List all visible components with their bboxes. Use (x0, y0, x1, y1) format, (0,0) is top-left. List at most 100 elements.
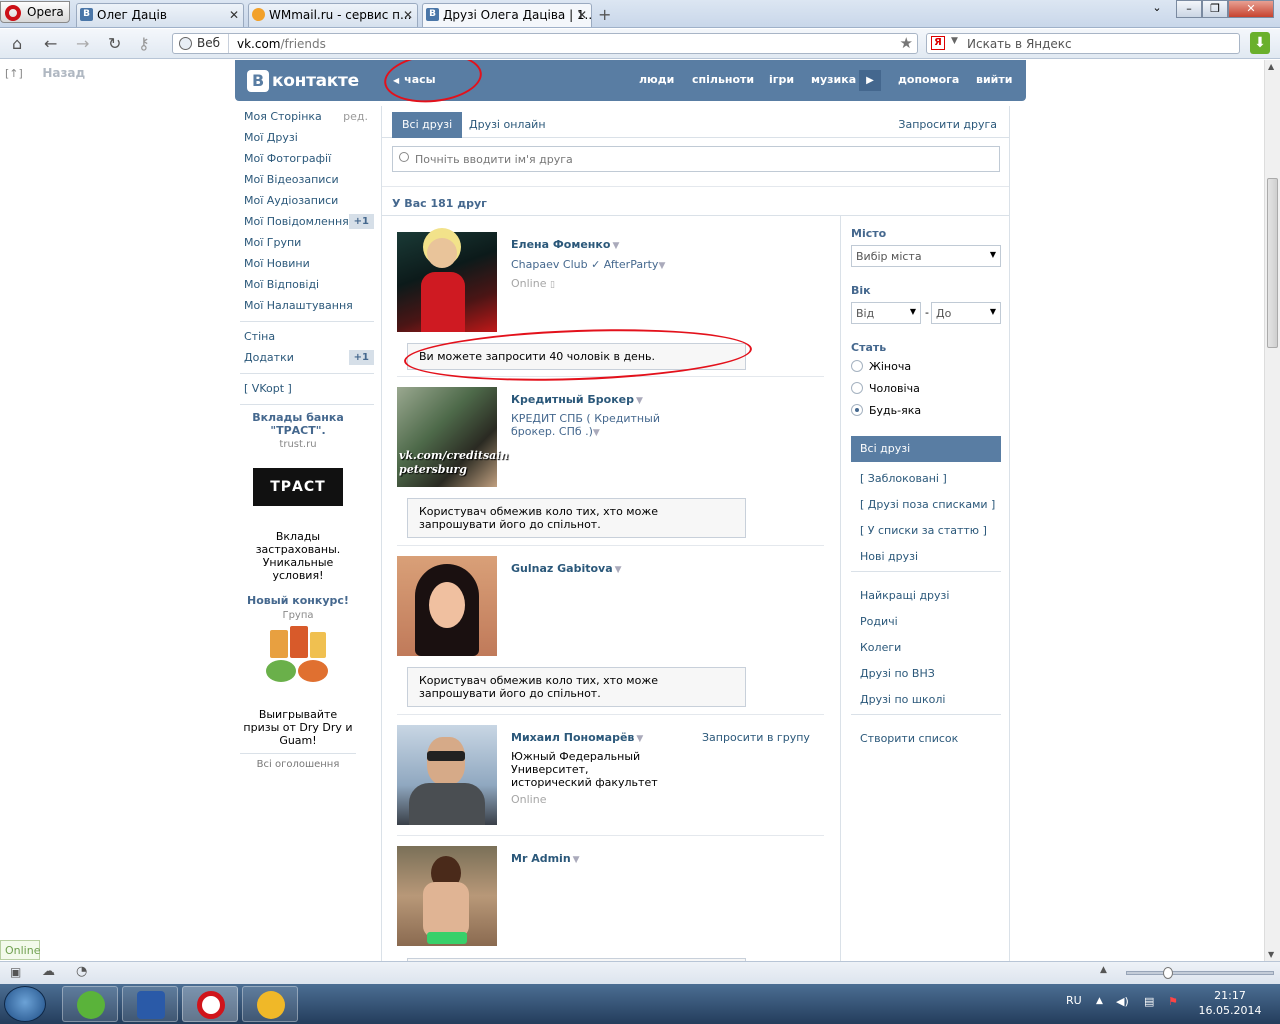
language-indicator[interactable]: RU (1066, 994, 1082, 1007)
sex-female-radio[interactable]: Жіноча (851, 360, 911, 373)
friend-avatar[interactable]: vk.com/creditsain petersburg (397, 387, 508, 487)
network-icon[interactable]: ▤ (1144, 995, 1154, 1008)
cloud-icon[interactable]: ☁ (42, 964, 55, 979)
menu-communities[interactable]: спільноти (692, 73, 754, 86)
utorrent-taskbar-button[interactable] (62, 986, 118, 1022)
friend-info[interactable]: КРЕДИТ СПБ ( Кредитный брокер. СПб .)▼ (511, 412, 701, 440)
ad-contest[interactable]: Новый конкурс! Група Выигрывайте призы о… (240, 594, 356, 770)
bookmark-star-icon[interactable]: ★ (900, 34, 913, 52)
menu-my-news[interactable]: Мої Новини (240, 253, 374, 274)
page-scrollbar[interactable]: ▲ ▼ (1264, 60, 1280, 961)
web-badge[interactable]: Веб (173, 34, 229, 53)
tab-oleg[interactable]: В Олег Дацiв ✕ (76, 3, 244, 27)
tab-all-friends[interactable]: Всі друзі (392, 112, 463, 138)
aimp-taskbar-button[interactable] (242, 986, 298, 1022)
chevron-down-icon[interactable]: ▼ (951, 36, 958, 46)
sex-male-radio[interactable]: Чоловіча (851, 382, 920, 395)
menu-apps[interactable]: Додатки +1 (240, 347, 374, 368)
word-taskbar-button[interactable] (122, 986, 178, 1022)
friend-name[interactable]: Mr Admin ▼ (511, 852, 580, 865)
friend-avatar[interactable] (397, 725, 497, 825)
tray-expand-icon[interactable]: ▲ (1096, 996, 1103, 1006)
address-field[interactable]: Веб vk.com/friends ★ (172, 33, 918, 54)
scroll-up-icon[interactable]: ▲ (1268, 62, 1274, 71)
invite-friend-link[interactable]: Запросити друга (898, 118, 997, 131)
reload-icon[interactable]: ↻ (108, 34, 121, 53)
menu-my-audio[interactable]: Мої Аудіозаписи (240, 190, 374, 211)
url-text[interactable]: vk.com/friends (237, 37, 326, 51)
friend-avatar[interactable] (397, 232, 497, 332)
minimize-icon[interactable]: – (1176, 0, 1202, 18)
list-best-friends[interactable]: Найкращі друзі (860, 589, 949, 602)
city-select[interactable]: Вибір міста ▼ (851, 245, 1001, 267)
menu-my-page[interactable]: Моя Сторінка ред. (240, 106, 374, 127)
radio-icon[interactable] (851, 360, 863, 372)
scroll-top-icon[interactable]: [↑] (5, 67, 23, 80)
chevron-down-icon[interactable]: ▼ (658, 261, 665, 271)
action-center-icon[interactable]: ⚑ (1168, 995, 1178, 1008)
close-tab-icon[interactable]: ✕ (403, 8, 413, 22)
menu-vkopt[interactable]: [ VKopt ] (240, 378, 374, 399)
list-unlisted[interactable]: [ Друзі поза списками ] (860, 498, 995, 511)
friend-name[interactable]: Михаил Пономарёв ▼ (511, 731, 643, 744)
age-from-select[interactable]: Від ▼ (851, 302, 921, 324)
close-tab-icon[interactable]: ✕ (577, 8, 587, 22)
list-new-friends[interactable]: Нові друзі (860, 550, 918, 563)
friend-name[interactable]: Кредитный Брокер ▼ (511, 393, 643, 406)
tab-friends-online[interactable]: Друзі онлайн (469, 118, 546, 131)
tab-wmmail[interactable]: WMmail.ru - сервис п... ✕ (248, 3, 418, 27)
friend-info[interactable]: Chapaev Club ✓ AfterParty▼ (511, 258, 665, 273)
close-window-icon[interactable]: ✕ (1228, 0, 1274, 18)
back-icon[interactable]: ← (44, 34, 57, 53)
menu-my-settings[interactable]: Мої Налаштування (240, 295, 374, 316)
list-blocked[interactable]: [ Заблоковані ] (860, 472, 947, 485)
volume-icon[interactable]: ◀) (1116, 995, 1129, 1008)
radio-icon[interactable] (851, 382, 863, 394)
list-by-sex[interactable]: [ У списки за статтю ] (860, 524, 987, 537)
opera-taskbar-button[interactable] (182, 986, 238, 1022)
list-relatives[interactable]: Родичі (860, 615, 898, 628)
zoom-out-icon[interactable]: ▲ (1100, 965, 1107, 975)
age-to-select[interactable]: До ▼ (931, 302, 1001, 324)
menu-games[interactable]: ігри (769, 73, 794, 86)
create-list-link[interactable]: Створити список (860, 732, 958, 745)
friend-avatar[interactable] (397, 846, 497, 946)
ad-title[interactable]: Вклады банка "ТРАСТ". (240, 411, 356, 437)
tab-friends[interactable]: В Друзі Олега Даціва | 1... ✕ (422, 3, 592, 27)
menu-music[interactable]: музика (811, 73, 856, 86)
home-icon[interactable]: ⌂ (12, 34, 22, 53)
opera-menu-button[interactable]: Opera (0, 1, 70, 23)
play-icon[interactable]: ▶ (859, 70, 881, 91)
key-icon[interactable]: ⚷ (138, 34, 150, 53)
speed-dial-icon[interactable]: ◔ (76, 964, 87, 979)
trust-logo[interactable]: ТРАСТ (253, 468, 343, 506)
ad-title[interactable]: Новый конкурс! (240, 594, 356, 607)
friend-avatar[interactable] (397, 556, 497, 656)
chevron-down-icon[interactable]: ▼ (636, 734, 643, 744)
system-clock[interactable]: 21:17 16.05.2014 (1195, 988, 1265, 1018)
chevron-down-icon[interactable]: ▼ (615, 565, 622, 575)
chevron-down-icon[interactable]: ▼ (636, 396, 643, 406)
sex-any-radio[interactable]: Будь-яка (851, 404, 921, 417)
chevron-down-icon[interactable]: ▼ (593, 428, 600, 438)
chevron-down-icon[interactable]: ▼ (612, 241, 619, 251)
list-colleagues[interactable]: Колеги (860, 641, 901, 654)
new-tab-icon[interactable]: + (598, 5, 611, 24)
ad-trust[interactable]: Вклады банка "ТРАСТ". trust.ru ТРАСТ Вкл… (240, 411, 356, 582)
forward-icon[interactable]: → (76, 34, 89, 53)
scroll-down-icon[interactable]: ▼ (1268, 950, 1274, 959)
download-icon[interactable]: ⬇ (1250, 32, 1270, 54)
menu-my-answers[interactable]: Мої Відповіді (240, 274, 374, 295)
menu-my-photos[interactable]: Мої Фотографії (240, 148, 374, 169)
menu-my-groups[interactable]: Мої Групи (240, 232, 374, 253)
scrollbar-thumb[interactable] (1267, 178, 1278, 348)
menu-logout[interactable]: вийти (976, 73, 1012, 86)
friend-name[interactable]: Gulnaz Gabitova ▼ (511, 562, 622, 575)
list-all-friends[interactable]: Всі друзі (851, 436, 1001, 462)
edit-link[interactable]: ред. (343, 106, 368, 127)
friend-name[interactable]: Елена Фоменко ▼ (511, 238, 619, 251)
menu-wall[interactable]: Стіна (240, 326, 374, 347)
list-school-friends[interactable]: Друзі по школі (860, 693, 945, 706)
maximize-icon[interactable]: ❐ (1202, 0, 1228, 18)
list-university-friends[interactable]: Друзі по ВНЗ (860, 667, 935, 680)
